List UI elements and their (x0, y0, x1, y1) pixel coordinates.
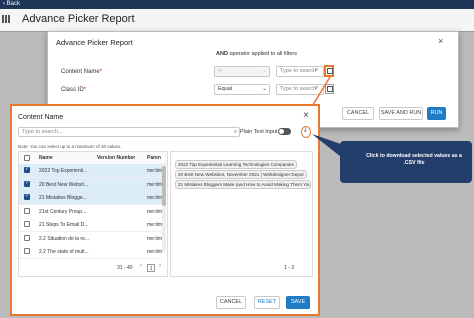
download-callout: Click to download selected values as a .… (340, 141, 472, 183)
callout-text: Click to download selected values as a .… (366, 153, 462, 166)
